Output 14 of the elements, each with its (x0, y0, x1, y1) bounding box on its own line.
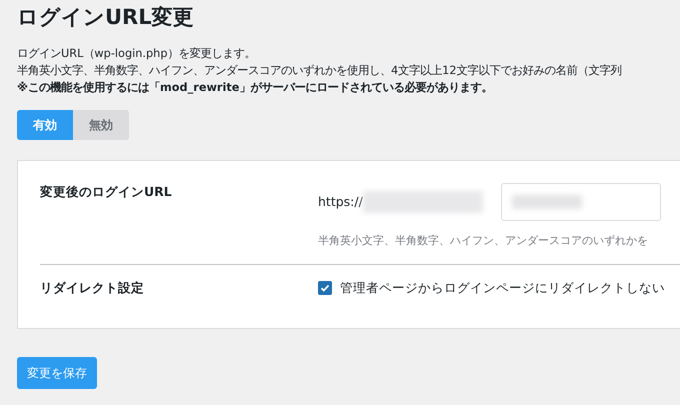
checkbox[interactable] (318, 281, 332, 296)
url-input-field[interactable] (500, 183, 661, 222)
save-button[interactable]: 変更を保存 (17, 356, 97, 389)
notice-text: ※この機能を使用するには「mod_rewrite」がサーバーにロードされている必要があります。 (17, 80, 494, 96)
description-text: ログインURL（wp-login.php）を変更します。 (17, 46, 257, 62)
setting-label: 変更後のログインURL (40, 183, 173, 202)
url-prefix: https:// (318, 192, 363, 211)
checkbox-label: 管理者ページからログインページにリダイレクトしない (340, 278, 665, 297)
hint-text: 半角英小文字、半角数字、ハイフン、アンダースコアのいずれかを (318, 233, 649, 250)
setting-label: リダイレクト設定 (40, 278, 145, 297)
page-title: ログインURL変更 (17, 4, 195, 31)
description-text: 半角英小文字、半角数字、ハイフン、アンダースコアのいずれかを使用し、4文字以上12文字以下でお好みの名前（文字列 (17, 63, 623, 80)
toggle-option[interactable]: 無効 (73, 110, 129, 140)
toggle-option[interactable]: 有効 (17, 110, 73, 140)
